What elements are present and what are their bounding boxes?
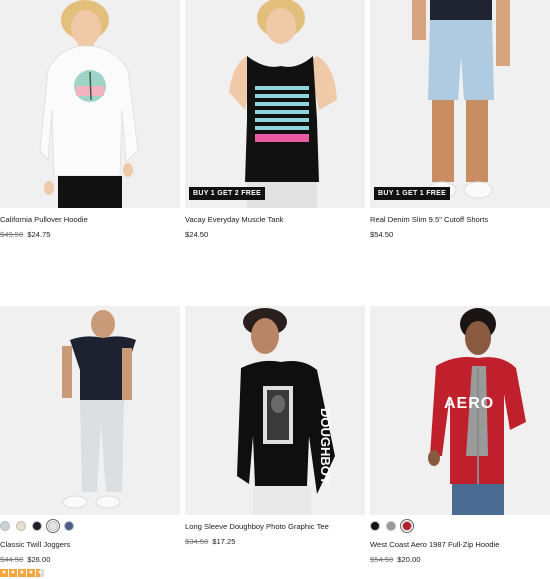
- product-card-denim-shorts[interactable]: BUY 1 GET 1 FREE Real Denim Slim 9.5" Cu…: [370, 0, 550, 240]
- original-price: $49.50: [0, 230, 24, 239]
- product-price: $54.50: [370, 230, 550, 240]
- product-name[interactable]: Long Sleeve Doughboy Photo Graphic Tee: [185, 522, 365, 532]
- product-image[interactable]: [0, 306, 180, 515]
- product-name[interactable]: Real Denim Slim 9.5" Cutoff Shorts: [370, 215, 550, 225]
- star-icon: ★: [27, 569, 35, 577]
- product-card-twill-joggers[interactable]: Classic Twill Joggers $44.50 $26.00 ★ ★ ★ ★ ★: [0, 306, 180, 577]
- star-icon: ★: [18, 569, 26, 577]
- product-name[interactable]: Classic Twill Joggers: [0, 540, 180, 550]
- sale-price: $24.75: [27, 230, 51, 239]
- hoodie-text: AERO: [444, 395, 494, 412]
- product-name[interactable]: California Pullover Hoodie: [0, 215, 180, 225]
- product-price: $54.50 $20.00: [370, 555, 550, 565]
- sleeve-text: DOUGHBOY: [318, 408, 333, 485]
- original-price: $44.50: [0, 555, 24, 564]
- product-card-california-hoodie[interactable]: California Pullover Hoodie $49.50 $24.75: [0, 0, 180, 240]
- product-image[interactable]: BUY 1 GET 2 FREE: [185, 0, 365, 208]
- color-swatch[interactable]: [386, 521, 396, 531]
- color-swatch[interactable]: [16, 521, 26, 531]
- color-swatch[interactable]: [64, 521, 74, 531]
- product-name[interactable]: West Coast Aero 1987 Full-Zip Hoodie: [370, 540, 550, 550]
- star-icon: ★: [0, 569, 8, 577]
- product-card-doughboy-tee[interactable]: DOUGHBOY Long Sleeve Doughboy Photo Grap…: [185, 306, 365, 547]
- sale-price: $26.00: [27, 555, 51, 564]
- product-image[interactable]: BUY 1 GET 1 FREE: [370, 0, 550, 208]
- star-rating: ★ ★ ★ ★ ★: [0, 569, 180, 577]
- promo-badge: BUY 1 GET 1 FREE: [374, 187, 451, 200]
- original-price: $34.50: [185, 537, 209, 546]
- color-swatch[interactable]: [0, 521, 10, 531]
- color-swatch[interactable]: [48, 521, 58, 531]
- product-image[interactable]: DOUGHBOY: [185, 306, 365, 515]
- product-price: $44.50 $26.00: [0, 555, 180, 565]
- color-swatches: [370, 520, 550, 532]
- product-price: $34.50 $17.25: [185, 537, 365, 547]
- product-price: $24.50: [185, 230, 365, 240]
- promo-badge: BUY 1 GET 2 FREE: [189, 187, 266, 200]
- product-name[interactable]: Vacay Everyday Muscle Tank: [185, 215, 365, 225]
- price: $54.50: [370, 230, 394, 239]
- product-card-vacay-tank[interactable]: BUY 1 GET 2 FREE Vacay Everyday Muscle T…: [185, 0, 365, 240]
- product-image[interactable]: [0, 0, 180, 208]
- color-swatch[interactable]: [370, 521, 380, 531]
- color-swatches: [0, 520, 180, 532]
- original-price: $54.50: [370, 555, 394, 564]
- sale-price: $17.25: [212, 537, 236, 546]
- star-icon: ★: [9, 569, 17, 577]
- product-price: $49.50 $24.75: [0, 230, 180, 240]
- color-swatch[interactable]: [402, 521, 412, 531]
- product-card-west-coast-hoodie[interactable]: AERO West Coast Aero 1987 Full-Zip Hoodi…: [370, 306, 550, 565]
- color-swatch[interactable]: [32, 521, 42, 531]
- price: $24.50: [185, 230, 209, 239]
- product-image[interactable]: AERO: [370, 306, 550, 515]
- star-icon: ★: [36, 569, 44, 577]
- sale-price: $20.00: [397, 555, 421, 564]
